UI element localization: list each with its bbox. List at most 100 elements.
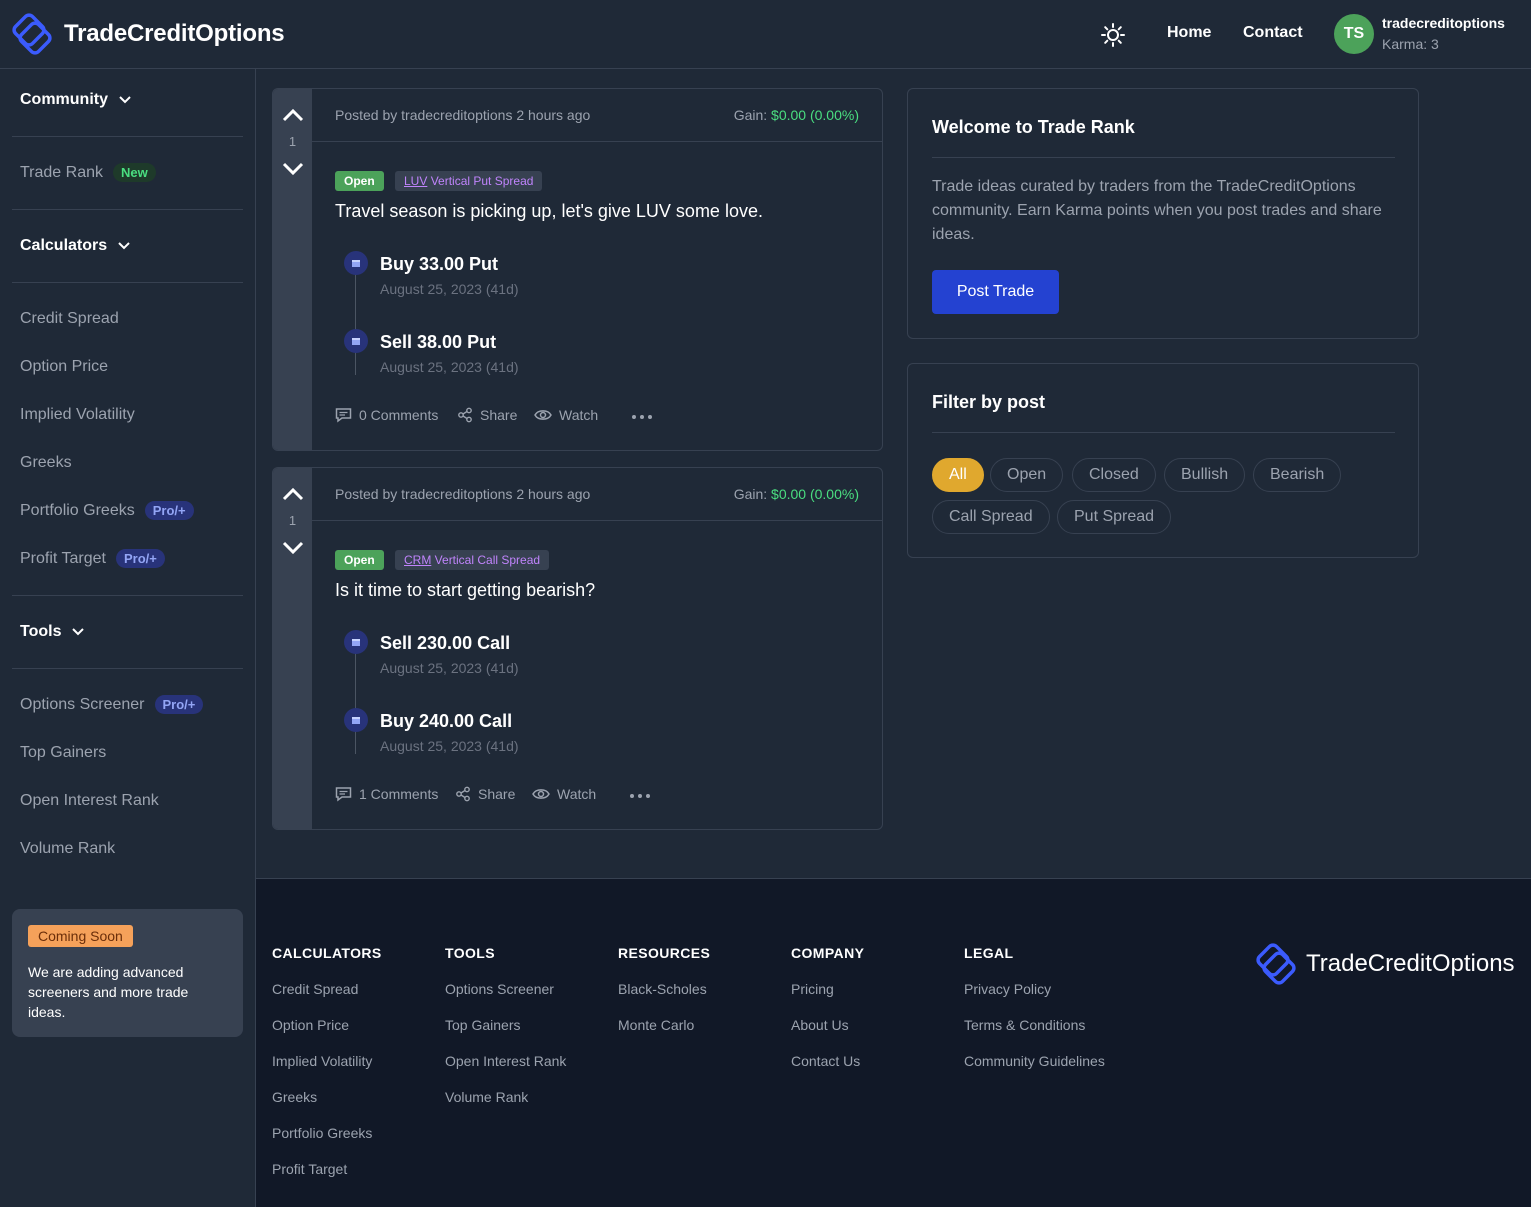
sidebar-section-tools[interactable]: Tools [20, 623, 85, 641]
footer-link[interactable]: Monte Carlo [618, 1017, 710, 1053]
strategy-label: Vertical Call Spread [434, 553, 541, 567]
calendar-icon [344, 708, 368, 732]
brand-logo[interactable]: TradeCreditOptions [12, 13, 285, 55]
comments-button[interactable]: 1 Comments [335, 786, 438, 802]
welcome-panel: Welcome to Trade Rank Trade ideas curate… [907, 88, 1419, 339]
sidebar-item-option-price[interactable]: Option Price [20, 358, 108, 376]
strategy-tag[interactable]: LUV Vertical Put Spread [395, 171, 543, 191]
brand-name: TradeCreditOptions [64, 20, 285, 47]
footer-link[interactable]: Options Screener [445, 981, 566, 1017]
more-options-icon[interactable] [631, 414, 653, 420]
filter-chip-call-spread[interactable]: Call Spread [932, 500, 1050, 534]
filter-chip-put-spread[interactable]: Put Spread [1057, 500, 1172, 534]
more-options-icon[interactable] [629, 793, 651, 799]
ticker-link[interactable]: LUV [404, 174, 427, 188]
comment-icon [335, 408, 352, 423]
footer-link[interactable]: Terms & Conditions [964, 1017, 1105, 1053]
sidebar-item-profit-target[interactable]: Profit Target Pro/+ [20, 549, 165, 568]
sidebar-section-community[interactable]: Community [20, 91, 132, 109]
post-title[interactable]: Travel season is picking up, let's give … [335, 201, 763, 222]
footer-link[interactable]: Privacy Policy [964, 981, 1105, 1017]
footer-column-resources: RESOURCES Black-Scholes Monte Carlo [618, 945, 710, 1053]
gain: Gain: $0.00 (0.00%) [734, 107, 859, 123]
logo-icon [1256, 943, 1296, 985]
vote-column: 1 [273, 468, 312, 829]
sidebar-item-options-screener[interactable]: Options Screener Pro/+ [20, 695, 204, 714]
coming-soon-badge: Coming Soon [28, 925, 133, 947]
share-button[interactable]: Share [455, 786, 515, 802]
downvote-icon[interactable] [282, 161, 304, 177]
filter-chip-all[interactable]: All [932, 458, 984, 492]
watch-button[interactable]: Watch [534, 407, 598, 423]
top-header: TradeCreditOptions Home Contact TS trade… [0, 0, 1531, 69]
downvote-icon[interactable] [282, 540, 304, 556]
filter-chip-open[interactable]: Open [990, 458, 1064, 492]
strategy-tag[interactable]: CRM Vertical Call Spread [395, 550, 550, 570]
sidebar-item-label: Option Price [20, 358, 109, 375]
comments-label: 1 Comments [359, 786, 439, 802]
share-button[interactable]: Share [457, 407, 517, 423]
username[interactable]: tradecreditoptions [1382, 15, 1505, 31]
footer-link[interactable]: Portfolio Greeks [272, 1125, 382, 1161]
sidebar-item-portfolio-greeks[interactable]: Portfolio Greeks Pro/+ [20, 501, 194, 520]
posted-by: Posted by tradecreditoptions 2 hours ago [335, 486, 591, 502]
status-badge: Open [335, 171, 384, 191]
calendar-icon [344, 329, 368, 353]
footer-link[interactable]: Top Gainers [445, 1017, 566, 1053]
sidebar-item-implied-volatility[interactable]: Implied Volatility [20, 406, 135, 424]
leg-date: August 25, 2023 (41d) [380, 359, 519, 375]
upvote-icon[interactable] [282, 486, 304, 502]
filter-panel: Filter by post All Open Closed Bullish B… [907, 363, 1419, 558]
footer-link[interactable]: Greeks [272, 1089, 382, 1125]
footer-logo[interactable]: TradeCreditOptions [1256, 943, 1515, 985]
divider [12, 668, 243, 669]
watch-label: Watch [559, 407, 599, 423]
leg-title: Buy 33.00 Put [380, 254, 499, 274]
sidebar-item-open-interest-rank[interactable]: Open Interest Rank [20, 792, 159, 810]
footer-link[interactable]: Implied Volatility [272, 1053, 382, 1089]
panel-title: Welcome to Trade Rank [932, 117, 1135, 137]
sidebar-item-greeks[interactable]: Greeks [20, 454, 72, 472]
ticker-link[interactable]: CRM [404, 553, 431, 567]
nav-contact[interactable]: Contact [1243, 24, 1303, 42]
comments-button[interactable]: 0 Comments [335, 407, 438, 423]
sidebar-section-calculators[interactable]: Calculators [20, 237, 131, 255]
sun-icon[interactable] [1100, 22, 1126, 48]
footer-link[interactable]: Black-Scholes [618, 981, 710, 1017]
post-title[interactable]: Is it time to start getting bearish? [335, 580, 595, 601]
footer-link[interactable]: About Us [791, 1017, 864, 1053]
filter-chip-bearish[interactable]: Bearish [1253, 458, 1342, 492]
filter-chip-bullish[interactable]: Bullish [1164, 458, 1246, 492]
leg-timeline [355, 269, 356, 375]
sidebar-item-label: Implied Volatility [20, 406, 135, 423]
footer-link[interactable]: Credit Spread [272, 981, 382, 1017]
avatar[interactable]: TS [1334, 14, 1374, 54]
watch-button[interactable]: Watch [532, 786, 596, 802]
footer-link[interactable]: Volume Rank [445, 1089, 566, 1125]
nav-home[interactable]: Home [1167, 24, 1211, 42]
sidebar-item-top-gainers[interactable]: Top Gainers [20, 744, 106, 762]
footer-link[interactable]: Profit Target [272, 1161, 382, 1197]
footer-column-legal: LEGAL Privacy Policy Terms & Conditions … [964, 945, 1105, 1089]
footer-heading: CALCULATORS [272, 945, 382, 961]
footer-link[interactable]: Open Interest Rank [445, 1053, 566, 1089]
footer-link[interactable]: Community Guidelines [964, 1053, 1105, 1089]
sidebar-item-volume-rank[interactable]: Volume Rank [20, 840, 115, 858]
footer-link[interactable]: Contact Us [791, 1053, 864, 1089]
chevron-down-icon [118, 242, 130, 250]
leg-date: August 25, 2023 (41d) [380, 738, 519, 754]
divider [12, 282, 243, 283]
post-trade-button[interactable]: Post Trade [932, 270, 1059, 314]
footer-link[interactable]: Pricing [791, 981, 864, 1017]
footer-link[interactable]: Option Price [272, 1017, 382, 1053]
panel-title: Filter by post [932, 392, 1046, 412]
upvote-icon[interactable] [282, 107, 304, 123]
share-icon [456, 786, 470, 802]
filter-chip-closed[interactable]: Closed [1072, 458, 1156, 492]
gain-value: $0.00 (0.00%) [771, 486, 859, 502]
footer-heading: COMPANY [791, 945, 865, 961]
eye-icon [534, 410, 552, 420]
sidebar-item-credit-spread[interactable]: Credit Spread [20, 310, 119, 328]
sidebar-item-trade-rank[interactable]: Trade Rank New [20, 163, 156, 182]
footer-column-tools: TOOLS Options Screener Top Gainers Open … [445, 945, 566, 1125]
